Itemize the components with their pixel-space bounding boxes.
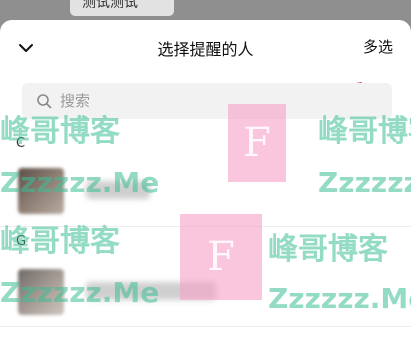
mention-picker-sheet: 选择提醒的人 多选 C G F F 峰哥博客 峰哥博客 Zzzzzz.Me Zz… [0,20,411,360]
background-message-chip: 测试测试 [70,0,174,16]
page-title: 选择提醒的人 [157,40,254,59]
avatar [18,168,64,214]
search-bar[interactable] [22,83,392,119]
search-input[interactable] [58,91,362,111]
divider [0,226,411,227]
blurred-contact-name [86,181,150,199]
contact-row[interactable] [0,266,411,320]
section-letter-g: G [16,234,27,249]
watermark-site-name: 峰哥博客 [268,232,388,267]
multi-select-button[interactable]: 多选 [363,36,393,57]
contact-row[interactable] [0,165,411,219]
blurred-contact-name [86,282,216,300]
avatar [18,269,64,315]
divider [0,326,411,327]
search-icon [37,94,52,109]
section-letter-c: C [16,136,26,151]
watermark-site-name: 峰哥博客 [0,224,120,259]
sheet-header: 选择提醒的人 多选 [0,20,411,76]
